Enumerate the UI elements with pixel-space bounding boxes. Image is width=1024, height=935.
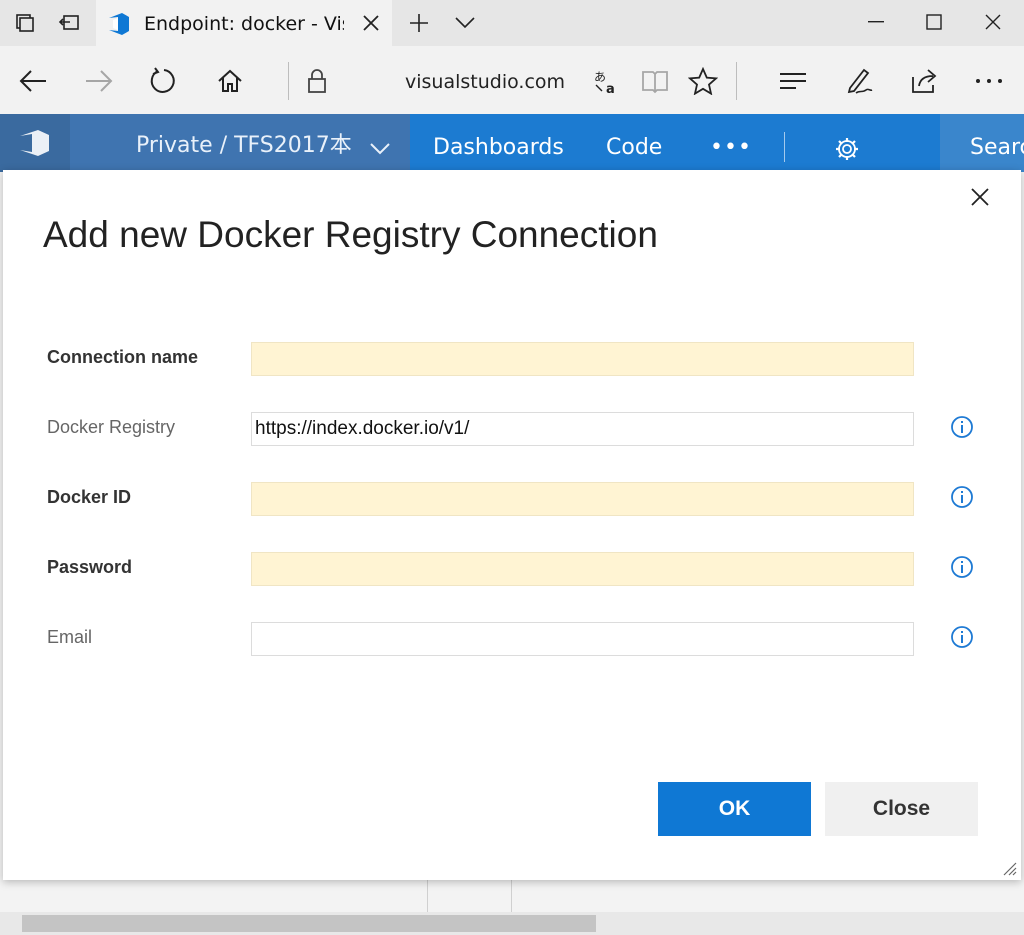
toolbar-divider-2	[736, 62, 737, 100]
hub-more[interactable]: •••	[710, 136, 752, 160]
email-label: Email	[47, 627, 93, 647]
project-label: Private / TFS2017本	[136, 133, 352, 158]
dialog-close-icon[interactable]	[967, 184, 993, 210]
address-text[interactable]: visualstudio.com	[405, 68, 575, 96]
info-icon[interactable]	[950, 555, 974, 579]
hub-menu-icon[interactable]	[776, 64, 810, 98]
app-header: Private / TFS2017本 Dashboards Code ••• S…	[0, 114, 1024, 172]
vsts-favicon-icon	[109, 13, 129, 35]
more-icon[interactable]	[972, 64, 1006, 98]
lock-icon[interactable]	[300, 64, 334, 98]
connection-name-input[interactable]	[251, 342, 914, 376]
home-icon[interactable]	[213, 64, 247, 98]
new-tab-icon[interactable]	[404, 8, 434, 38]
reading-view-icon[interactable]	[638, 64, 672, 98]
info-icon[interactable]	[950, 415, 974, 439]
dialog-title: Add new Docker Registry Connection	[43, 214, 658, 255]
browser-tab-bar: Endpoint: docker - Visual Studio	[0, 0, 1024, 46]
tabs-aside-icon[interactable]	[54, 8, 84, 38]
tab-manager-icon[interactable]	[10, 8, 40, 38]
favorite-star-icon[interactable]	[686, 64, 720, 98]
scrollbar-thumb[interactable]	[22, 915, 596, 932]
back-icon[interactable]	[16, 64, 50, 98]
connection-name-label: Connection name	[47, 347, 199, 367]
resize-grip-icon[interactable]	[1001, 860, 1017, 876]
address-toolbar: visualstudio.com あa	[0, 46, 1024, 114]
hub-bar: Dashboards Code •••	[410, 114, 940, 172]
gear-icon[interactable]	[834, 136, 860, 162]
hub-code[interactable]: Code	[606, 134, 662, 162]
translate-icon[interactable]: あa	[590, 64, 624, 98]
password-input[interactable]	[251, 552, 914, 586]
hub-divider	[784, 132, 785, 162]
search-placeholder: Search	[970, 135, 1024, 160]
chevron-down-icon	[370, 143, 390, 155]
refresh-icon[interactable]	[147, 64, 181, 98]
docker-registry-input[interactable]	[251, 412, 914, 446]
window-close-icon[interactable]	[973, 6, 1013, 38]
docker-registry-dialog: Add new Docker Registry Connection Conne…	[3, 170, 1021, 880]
password-label: Password	[47, 557, 133, 577]
toolbar-divider	[288, 62, 289, 100]
info-icon[interactable]	[950, 485, 974, 509]
close-button[interactable]: Close	[825, 782, 978, 836]
web-note-pen-icon[interactable]	[842, 64, 876, 98]
share-icon[interactable]	[907, 64, 941, 98]
project-selector[interactable]: Private / TFS2017本	[70, 114, 410, 172]
maximize-icon[interactable]	[914, 6, 954, 38]
docker-id-input[interactable]	[251, 482, 914, 516]
forward-icon[interactable]	[82, 64, 116, 98]
hub-dashboards[interactable]: Dashboards	[433, 134, 564, 162]
tab-title: Endpoint: docker - Visual Studio	[144, 13, 344, 35]
docker-registry-label: Docker Registry	[47, 417, 176, 437]
ok-button[interactable]: OK	[658, 782, 811, 836]
tab-close-icon[interactable]	[358, 10, 384, 36]
email-input[interactable]	[251, 622, 914, 656]
active-tab[interactable]: Endpoint: docker - Visual Studio	[96, 0, 392, 46]
search-box[interactable]: Search	[940, 114, 1024, 172]
vsts-logo-icon[interactable]	[0, 114, 70, 172]
horizontal-scrollbar[interactable]	[0, 912, 1024, 935]
tab-preview-chevron-icon[interactable]	[450, 8, 480, 38]
svg-text:あ: あ	[594, 70, 606, 84]
svg-text:a: a	[606, 82, 615, 95]
minimize-icon[interactable]	[856, 6, 896, 38]
info-icon[interactable]	[950, 625, 974, 649]
docker-id-label: Docker ID	[47, 487, 132, 507]
